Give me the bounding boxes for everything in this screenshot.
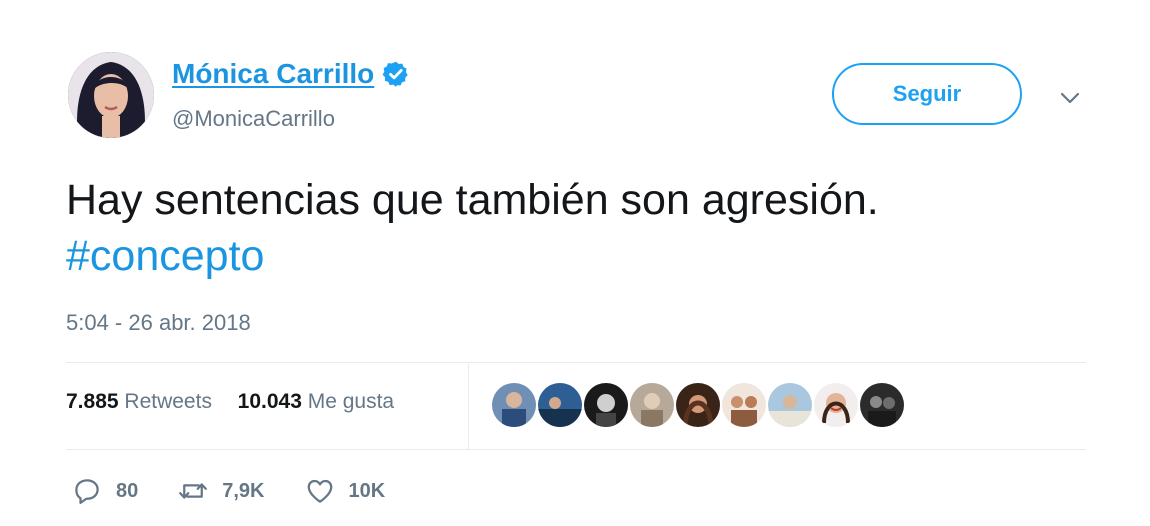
author-name[interactable]: Mónica Carrillo — [172, 58, 374, 90]
stats-separator — [468, 364, 469, 449]
verified-badge-icon — [382, 61, 408, 87]
tweet-actions: 80 7,9K 10K — [72, 476, 425, 506]
follow-button[interactable]: Seguir — [832, 63, 1022, 125]
tweet-timestamp[interactable]: 5:04 - 26 abr. 2018 — [66, 310, 251, 336]
liker-avatar[interactable] — [538, 383, 582, 427]
reply-icon — [75, 479, 99, 504]
chevron-down-icon[interactable] — [1058, 86, 1082, 110]
like-count: 10K — [348, 479, 386, 502]
retweets-label: Retweets — [124, 390, 212, 413]
divider-bottom — [66, 449, 1086, 450]
author-avatar[interactable] — [68, 52, 154, 138]
avatar-image — [68, 52, 154, 138]
liker-avatar[interactable] — [768, 383, 812, 427]
like-button[interactable]: 10K — [305, 476, 386, 506]
liker-avatar[interactable] — [584, 383, 628, 427]
liker-avatar[interactable] — [722, 383, 766, 427]
retweet-count: 7,9K — [222, 479, 265, 502]
tweet-text: Hay sentencias que también son agresión.… — [66, 172, 879, 284]
author-handle[interactable]: @MonicaCarrillo — [172, 106, 335, 132]
retweets-stat[interactable]: 7.885 Retweets — [66, 390, 218, 413]
likes-label: Me gusta — [307, 390, 395, 413]
author-name-row: Mónica Carrillo — [172, 58, 410, 90]
liker-avatar[interactable] — [492, 383, 536, 427]
liker-avatar[interactable] — [676, 383, 720, 427]
reply-button[interactable]: 80 — [72, 476, 138, 506]
hashtag-link[interactable]: #concepto — [66, 228, 879, 284]
likes-count: 10.043 — [237, 390, 302, 413]
liker-avatar[interactable] — [630, 383, 674, 427]
heart-icon — [307, 479, 332, 503]
retweets-count: 7.885 — [66, 390, 119, 413]
liker-avatar[interactable] — [814, 383, 858, 427]
liker-avatar[interactable] — [860, 383, 904, 427]
retweet-icon — [179, 483, 208, 499]
liker-avatars — [492, 383, 906, 427]
divider-top — [66, 362, 1086, 363]
tweet-body: Hay sentencias que también son agresión. — [66, 176, 879, 224]
tweet-stats: 7.885 Retweets 10.043 Me gusta — [66, 390, 394, 414]
retweet-button[interactable]: 7,9K — [178, 476, 265, 506]
reply-count: 80 — [116, 479, 139, 502]
likes-stat[interactable]: 10.043 Me gusta — [238, 390, 394, 413]
